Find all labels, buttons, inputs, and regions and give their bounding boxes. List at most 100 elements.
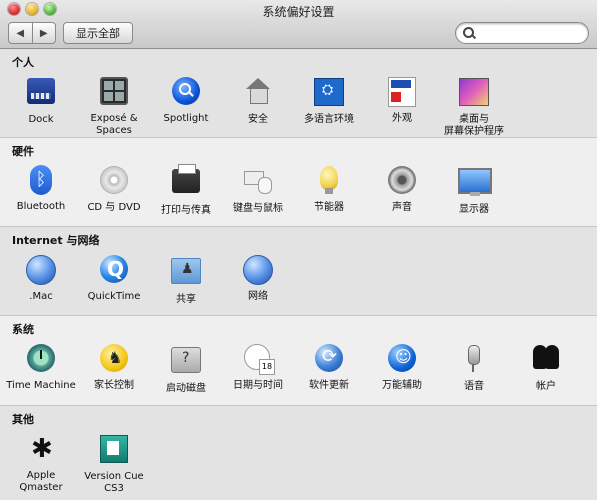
- spotlight-icon: [170, 77, 202, 109]
- pref-item-keyboard-mouse[interactable]: 键盘与鼠标: [223, 164, 293, 215]
- displays-icon: [458, 168, 492, 200]
- network-icon: [242, 255, 274, 287]
- pref-item-appearance[interactable]: 外观: [367, 75, 437, 125]
- pref-item-sharing[interactable]: 共享: [151, 253, 221, 306]
- pref-item-international[interactable]: 多语言环境: [294, 75, 364, 126]
- pref-item-sound[interactable]: 声音: [367, 164, 437, 214]
- item-label: 启动磁盘: [166, 383, 206, 394]
- pref-item-dotmac[interactable]: .Mac: [6, 253, 76, 303]
- pref-item-energy-saver[interactable]: 节能器: [294, 164, 364, 214]
- section-title: 系统: [12, 323, 34, 336]
- energy-saver-icon: [313, 166, 345, 198]
- pref-item-quicktime[interactable]: QuickTime: [79, 253, 149, 303]
- pref-item-date-time[interactable]: 日期与时间: [223, 342, 293, 392]
- search-field[interactable]: [455, 22, 589, 44]
- item-label: 家长控制: [94, 380, 134, 391]
- section-internet-network: Internet 与网络 .Mac QuickTime 共享 网络: [0, 227, 597, 316]
- section-title: Internet 与网络: [12, 234, 100, 247]
- keyboard-mouse-icon: [242, 167, 274, 199]
- item-label: 节能器: [314, 202, 344, 213]
- desktop-screensaver-icon: [458, 78, 490, 110]
- pref-item-dock[interactable]: Dock: [6, 75, 76, 126]
- section-title: 其他: [12, 413, 34, 426]
- sharing-icon: [170, 258, 202, 290]
- item-label: 帐户: [536, 381, 556, 392]
- item-label: 安全: [248, 114, 268, 125]
- apple-qmaster-icon: [25, 434, 57, 466]
- item-label: Time Machine: [6, 380, 76, 391]
- date-time-icon: [242, 344, 275, 376]
- software-update-icon: [313, 344, 345, 376]
- version-cue-icon: [98, 435, 130, 467]
- item-label: 语音: [464, 381, 484, 392]
- search-icon: [463, 27, 474, 38]
- time-machine-icon: [25, 344, 57, 376]
- system-preferences-window: 系统偏好设置 ◀ ▶ 显示全部 个人 Dock Exposé & Spaces …: [0, 0, 597, 500]
- show-all-button[interactable]: 显示全部: [63, 22, 133, 44]
- pref-item-time-machine[interactable]: Time Machine: [6, 342, 76, 392]
- item-label: 键盘与鼠标: [233, 203, 283, 214]
- accounts-icon: [530, 345, 562, 377]
- section-title: 硬件: [12, 145, 34, 158]
- pref-item-startup-disk[interactable]: 启动磁盘: [151, 342, 221, 395]
- title-bar: 系统偏好设置 ◀ ▶ 显示全部: [0, 0, 597, 49]
- pref-item-cd-dvd[interactable]: CD 与 DVD: [79, 164, 149, 214]
- pref-item-speech[interactable]: 语音: [439, 342, 509, 393]
- item-label: Apple Qmaster: [19, 470, 63, 493]
- section-title: 个人: [12, 56, 34, 69]
- section-personal: 个人 Dock Exposé & Spaces Spotlight 安全 多语言…: [0, 49, 597, 138]
- pref-item-parental-controls[interactable]: 家长控制: [79, 342, 149, 392]
- section-hardware: 硬件 ᛒ Bluetooth CD 与 DVD 打印与传真 键盘与鼠标 节能器 …: [0, 138, 597, 227]
- item-label: CD 与 DVD: [87, 202, 141, 213]
- quicktime-icon: [98, 255, 130, 287]
- expose-spaces-icon: [98, 77, 130, 109]
- startup-disk-icon: [170, 347, 202, 379]
- item-label: QuickTime: [87, 291, 141, 302]
- dotmac-icon: [25, 255, 57, 287]
- item-label: .Mac: [29, 291, 53, 302]
- item-label: 声音: [392, 202, 412, 213]
- pref-item-network[interactable]: 网络: [223, 253, 293, 303]
- pref-item-accounts[interactable]: 帐户: [511, 342, 581, 393]
- international-icon: [313, 78, 345, 110]
- universal-access-icon: [386, 344, 418, 376]
- item-label: Dock: [28, 114, 54, 125]
- item-label: Spotlight: [163, 113, 209, 124]
- item-label: 共享: [176, 294, 196, 305]
- item-label: 打印与传真: [161, 205, 211, 216]
- pref-item-security[interactable]: 安全: [223, 75, 293, 126]
- bluetooth-icon: ᛒ: [25, 165, 57, 197]
- pref-item-desktop-screensaver[interactable]: 桌面与 屏幕保护程序: [439, 75, 509, 138]
- item-label: 软件更新: [309, 380, 349, 391]
- pref-item-universal-access[interactable]: 万能辅助: [367, 342, 437, 392]
- pref-item-software-update[interactable]: 软件更新: [294, 342, 364, 392]
- section-other: 其他 Apple Qmaster Version Cue CS3: [0, 406, 597, 500]
- cd-dvd-icon: [98, 166, 130, 198]
- item-label: 多语言环境: [304, 114, 354, 125]
- dock-icon: [25, 78, 57, 110]
- back-button[interactable]: ◀: [9, 23, 32, 43]
- forward-button[interactable]: ▶: [31, 23, 56, 43]
- item-label: Version Cue CS3: [84, 471, 144, 494]
- item-label: 外观: [392, 113, 412, 124]
- pref-item-apple-qmaster[interactable]: Apple Qmaster: [6, 432, 76, 494]
- window-title: 系统偏好设置: [262, 5, 335, 19]
- navigation-buttons: ◀ ▶: [8, 22, 56, 44]
- pref-item-displays[interactable]: 显示器: [439, 164, 509, 216]
- item-label: 桌面与 屏幕保护程序: [444, 114, 504, 137]
- item-label: 显示器: [459, 204, 489, 215]
- pref-item-expose-spaces[interactable]: Exposé & Spaces: [79, 75, 149, 137]
- item-label: 网络: [248, 291, 268, 302]
- appearance-icon: [386, 77, 418, 109]
- pref-item-spotlight[interactable]: Spotlight: [151, 75, 221, 125]
- item-label: 万能辅助: [382, 380, 422, 391]
- pref-item-print-fax[interactable]: 打印与传真: [151, 164, 221, 217]
- sound-icon: [386, 166, 418, 198]
- pref-item-version-cue[interactable]: Version Cue CS3: [79, 432, 149, 495]
- speech-icon: [458, 345, 490, 377]
- section-system: 系统 Time Machine 家长控制 启动磁盘 日期与时间 软件更新 万能辅…: [0, 316, 597, 406]
- item-label: 日期与时间: [233, 380, 283, 391]
- pref-item-bluetooth[interactable]: ᛒ Bluetooth: [6, 164, 76, 213]
- print-fax-icon: [170, 164, 202, 201]
- parental-controls-icon: [98, 344, 130, 376]
